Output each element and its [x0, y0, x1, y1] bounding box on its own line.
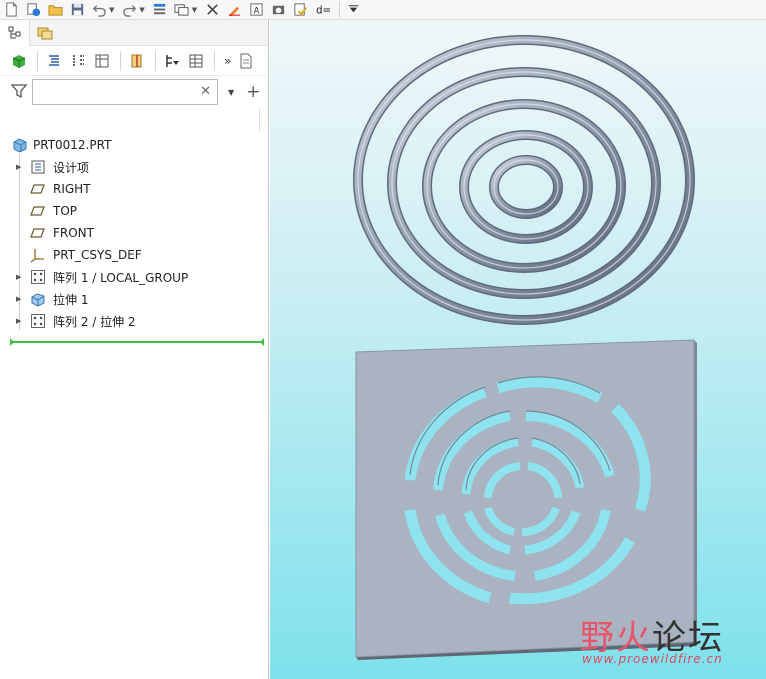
undo-icon[interactable]	[90, 1, 108, 19]
layers-icon	[37, 27, 53, 39]
tree-item-pattern-1[interactable]: ▶ 阵列 1 / LOCAL_GROUP	[0, 266, 268, 288]
search-field: ✕	[32, 79, 218, 105]
windows-icon[interactable]	[173, 1, 191, 19]
annotation-icon[interactable]: A	[247, 1, 265, 19]
details-icon[interactable]	[235, 50, 257, 72]
tree-item-extrude-1[interactable]: ▶ 拉伸 1	[0, 288, 268, 310]
toolbar-separator	[120, 50, 121, 71]
search-row: ✕ ▼ +	[0, 76, 268, 108]
model-tree: PRT0012.PRT ▶ 设计项 RIGHT TOP FRONT PRT_CS…	[0, 134, 268, 332]
toolbar-separator	[155, 50, 156, 71]
close-window-icon[interactable]	[203, 1, 221, 19]
search-results-strip	[10, 108, 260, 132]
show-filter-icon[interactable]	[161, 50, 183, 72]
tree-item-label: 设计项	[53, 160, 90, 175]
tree-item-label: FRONT	[53, 226, 94, 240]
datum-plane-icon	[30, 203, 46, 219]
redo-dropdown-icon[interactable]: ▼	[139, 6, 144, 14]
screenshot-icon[interactable]	[269, 1, 287, 19]
tree-item-label: TOP	[53, 204, 78, 218]
customize-icon[interactable]	[344, 1, 362, 19]
toolbar-separator	[214, 50, 215, 71]
tree-item-label: 阵列 1 / LOCAL_GROUP	[53, 270, 189, 285]
regenerate-model-icon[interactable]	[151, 1, 169, 19]
tree-root[interactable]: PRT0012.PRT	[0, 134, 268, 156]
svg-text:A: A	[253, 5, 259, 15]
expand-icon[interactable]: ▶	[16, 273, 24, 281]
clear-search-icon[interactable]: ✕	[200, 84, 211, 99]
tree-item-csys[interactable]: PRT_CSYS_DEF	[0, 244, 268, 266]
tree-settings-icon[interactable]	[43, 50, 65, 72]
new-icon[interactable]	[2, 1, 20, 19]
svg-text:d=: d=	[316, 4, 330, 16]
redo-icon[interactable]	[120, 1, 138, 19]
toolbar-separator	[339, 1, 341, 18]
search-input[interactable]	[37, 81, 197, 103]
tree-item-top[interactable]: TOP	[0, 200, 268, 222]
add-icon[interactable]: +	[246, 83, 260, 101]
tree-item-label: 阵列 2 / 拉伸 2	[53, 314, 136, 329]
tree-item-pattern-2[interactable]: ▶ 阵列 2 / 拉伸 2	[0, 310, 268, 332]
datum-plane-icon	[30, 181, 46, 197]
open-icon[interactable]	[46, 1, 64, 19]
ring-pattern[interactable]	[353, 35, 695, 325]
tree-columns-icon[interactable]	[67, 50, 89, 72]
tree-table-icon[interactable]	[185, 50, 207, 72]
toolbar-separator	[37, 50, 38, 71]
layer-tree-tab[interactable]	[30, 20, 60, 46]
extrude-icon	[30, 291, 46, 307]
relations-icon[interactable]: d=	[313, 1, 331, 19]
navigator-panel: » ✕ ▼ + PRT0012.PRT ▶ 设计项 RIGHT TOP FRON…	[0, 19, 269, 679]
navigator-tabs	[0, 19, 268, 46]
tree-item-right[interactable]: RIGHT	[0, 178, 268, 200]
part-cube-icon[interactable]	[8, 50, 30, 72]
part-icon	[12, 137, 28, 153]
expand-icon[interactable]: ▶	[16, 163, 24, 171]
tree-item-label: RIGHT	[53, 182, 91, 196]
check-icon[interactable]	[291, 1, 309, 19]
datum-plane-icon	[30, 225, 46, 241]
csys-icon	[30, 247, 46, 263]
model-tree-icon	[8, 26, 20, 38]
quick-access-toolbar: ▼ ▼ ▼ A d=	[0, 0, 766, 20]
undo-dropdown-icon[interactable]: ▼	[109, 6, 114, 14]
search-dropdown-icon[interactable]: ▼	[228, 88, 234, 97]
expand-icon[interactable]: ▶	[16, 295, 24, 303]
pattern-icon	[30, 313, 46, 329]
pattern-icon	[30, 269, 46, 285]
show-icon[interactable]	[126, 50, 148, 72]
tree-filter-icon[interactable]	[91, 50, 113, 72]
tree-item-label: PRT_CSYS_DEF	[53, 248, 142, 262]
windows-dropdown-icon[interactable]: ▼	[192, 6, 197, 14]
tree-root-label: PRT0012.PRT	[33, 138, 112, 152]
save-icon[interactable]	[68, 1, 86, 19]
sketch-icon[interactable]	[225, 1, 243, 19]
model-tree-tab[interactable]	[0, 19, 30, 46]
tree-item-design-items[interactable]: ▶ 设计项	[0, 156, 268, 178]
graphics-viewport[interactable]: 野火论坛 www.proewildfire.cn	[270, 20, 766, 679]
filter-icon[interactable]	[10, 82, 28, 103]
expand-icon[interactable]: ▶	[16, 317, 24, 325]
tree-item-front[interactable]: FRONT	[0, 222, 268, 244]
regenerate-icon[interactable]	[24, 1, 42, 19]
model-scene	[353, 35, 697, 660]
more-icon[interactable]: »	[224, 54, 231, 68]
design-items-icon	[30, 159, 46, 175]
watermark: 野火论坛 www.proewildfire.cn	[580, 610, 760, 670]
model-tree-toolbar: »	[0, 46, 268, 76]
tree-item-label: 拉伸 1	[53, 292, 89, 307]
watermark-url: www.proewildfire.cn	[582, 652, 723, 666]
insert-here-marker[interactable]	[10, 338, 264, 346]
